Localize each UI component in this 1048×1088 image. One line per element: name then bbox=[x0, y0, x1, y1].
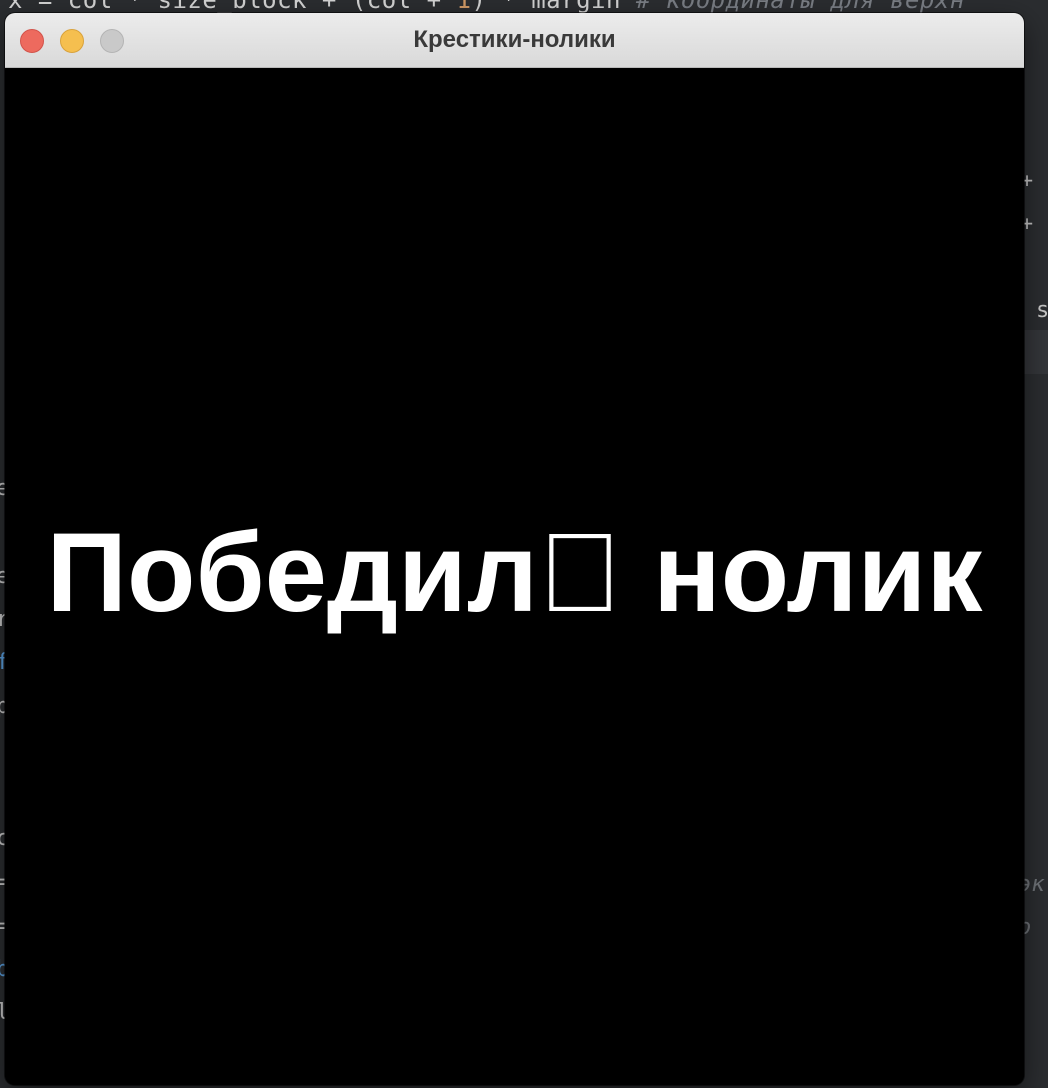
code-number: 1 bbox=[456, 0, 472, 14]
code-part-1: x = col * size_block + (col + bbox=[8, 0, 457, 14]
editor-text-fragment: s bbox=[1036, 298, 1048, 323]
game-canvas[interactable]: Победил􀀀 нолик bbox=[5, 68, 1024, 1085]
game-window: Крестики-нолики Победил􀀀 нолик bbox=[5, 13, 1024, 1085]
editor-code-line: x = col * size_block + (col + 1) * margi… bbox=[8, 0, 965, 14]
code-comment: # координаты для верхн bbox=[635, 0, 965, 14]
editor-selected-line bbox=[1024, 330, 1048, 374]
window-titlebar[interactable]: Крестики-нолики bbox=[5, 13, 1024, 68]
winner-message: Победил􀀀 нолик bbox=[46, 510, 983, 635]
window-title: Крестики-нолики bbox=[413, 26, 616, 53]
code-part-2: ) * margin bbox=[471, 0, 636, 14]
